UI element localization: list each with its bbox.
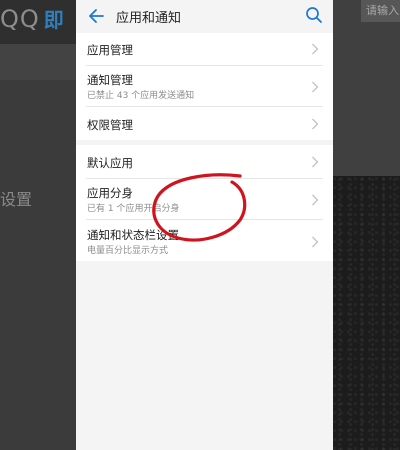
settings-item-subtitle: 已有 1 个应用开启分身 bbox=[87, 204, 180, 214]
settings-group-2: 默认应用 应用分身 已有 1 个应用开启分身 通知和状态栏设置 电量百分比显示方… bbox=[76, 145, 333, 261]
settings-panel: 应用和通知 应用管理 通知管理 已禁止 43 个应用发送通知 权限管理 默认应用 bbox=[76, 0, 333, 450]
settings-item-title: 通知和状态栏设置 bbox=[87, 228, 179, 242]
page-title: 应用和通知 bbox=[116, 11, 182, 26]
settings-item-title: 通知管理 bbox=[87, 73, 133, 87]
settings-item-subtitle: 已禁止 43 个应用发送通知 bbox=[87, 91, 195, 101]
chevron-right-icon bbox=[312, 156, 319, 168]
background-left-partial-text: 设置 bbox=[0, 190, 33, 209]
background-left-band bbox=[0, 44, 76, 80]
settings-item-title: 默认应用 bbox=[87, 156, 133, 170]
settings-item-title: 权限管理 bbox=[87, 118, 133, 132]
settings-item-notification-statusbar[interactable]: 通知和状态栏设置 电量百分比显示方式 bbox=[76, 220, 333, 261]
background-qq-text-2: 即 bbox=[43, 8, 65, 32]
search-icon[interactable] bbox=[305, 6, 323, 24]
arrow-left-icon[interactable] bbox=[86, 6, 106, 26]
background-right-dark-area bbox=[333, 176, 400, 450]
settings-item-title: 应用管理 bbox=[87, 43, 133, 57]
app-header: 应用和通知 bbox=[76, 0, 333, 33]
chevron-right-icon bbox=[312, 118, 319, 130]
background-right-search-chip: 请输入 bbox=[361, 0, 400, 22]
chevron-right-icon bbox=[312, 81, 319, 93]
chevron-right-icon bbox=[312, 236, 319, 248]
settings-item-subtitle: 电量百分比显示方式 bbox=[87, 246, 169, 256]
chevron-right-icon bbox=[312, 194, 319, 206]
settings-item-notification-management[interactable]: 通知管理 已禁止 43 个应用发送通知 bbox=[76, 66, 333, 106]
settings-item-title: 应用分身 bbox=[87, 186, 133, 200]
chevron-right-icon bbox=[312, 43, 319, 55]
background-qq-label: QQ 即 bbox=[0, 4, 76, 33]
settings-item-default-apps[interactable]: 默认应用 bbox=[76, 145, 333, 178]
settings-item-app-management[interactable]: 应用管理 bbox=[76, 33, 333, 65]
settings-group-1: 应用管理 通知管理 已禁止 43 个应用发送通知 权限管理 bbox=[76, 33, 333, 140]
background-qq-text: QQ bbox=[0, 5, 40, 33]
settings-item-app-twin[interactable]: 应用分身 已有 1 个应用开启分身 bbox=[76, 179, 333, 219]
settings-item-permission-management[interactable]: 权限管理 bbox=[76, 107, 333, 140]
